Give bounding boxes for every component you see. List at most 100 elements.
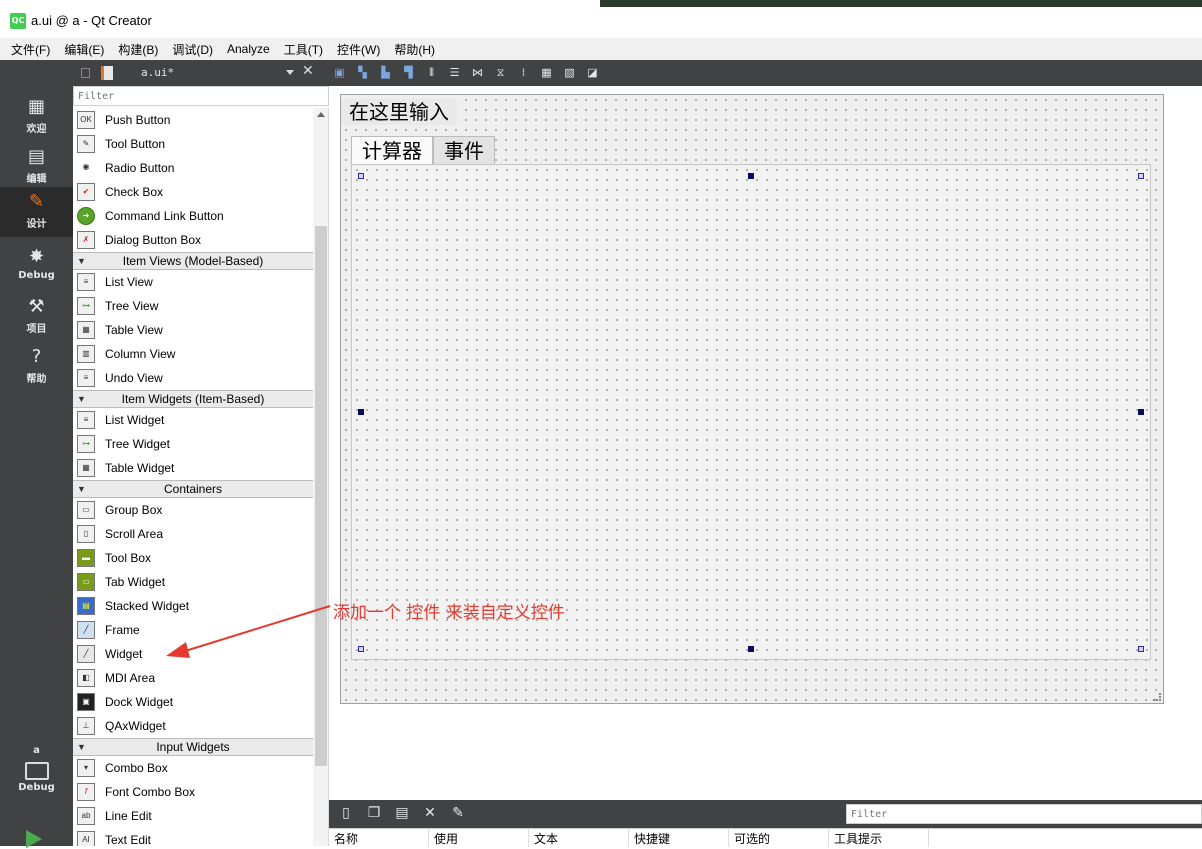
widget-dialog-button-box[interactable]: ✗ Dialog Button Box [73, 228, 313, 252]
mode-welcome[interactable]: ▦ 欢迎 [0, 92, 73, 142]
menu-bar: 文件(F) 编辑(E) 构建(B) 调试(D) Analyze 工具(T) 控件… [0, 38, 1202, 60]
category-containers[interactable]: ▼ Containers [73, 480, 313, 498]
widget-combo-box[interactable]: ▾ Combo Box [73, 756, 313, 780]
edit-tab-order-icon[interactable]: ▜ [399, 64, 418, 81]
mode-label: Debug [18, 270, 55, 281]
selection-handle[interactable] [358, 409, 364, 415]
widget-scroll-area[interactable]: ▯ Scroll Area [73, 522, 313, 546]
mode-label: 设计 [26, 219, 47, 230]
chevron-down-icon[interactable] [286, 70, 294, 75]
mode-help[interactable]: ? 帮助 [0, 342, 73, 392]
column-header-used[interactable]: 使用 [429, 829, 529, 847]
widget-tree-widget[interactable]: ⊶ Tree Widget [73, 432, 313, 456]
widget-table-view[interactable]: ▦ Table View [73, 318, 313, 342]
widget-push-button[interactable]: OK Push Button [73, 108, 313, 132]
widget-command-link-button[interactable]: ➜ Command Link Button [73, 204, 313, 228]
kit-selector[interactable]: a Debug [0, 745, 73, 815]
action-filter-box[interactable] [846, 804, 1202, 824]
menu-tools[interactable]: 工具(T) [277, 41, 330, 58]
selection-handle[interactable] [748, 646, 754, 652]
splitter-horizontal-icon[interactable]: ⋈ [468, 64, 487, 81]
column-header-text[interactable]: 文本 [529, 829, 629, 847]
mode-label: 帮助 [26, 374, 47, 385]
widget-tool-button[interactable]: ✎ Tool Button [73, 132, 313, 156]
column-header-shortcut[interactable]: 快捷键 [629, 829, 729, 847]
delete-action-icon[interactable]: ✕ [421, 804, 439, 822]
tab-calculator[interactable]: 计算器 [351, 136, 433, 164]
edit-buddies-icon[interactable]: ▙ [376, 64, 395, 81]
menu-edit[interactable]: 编辑(E) [57, 41, 111, 58]
widget-dock-widget[interactable]: ▣ Dock Widget [73, 690, 313, 714]
layout-vertical-icon[interactable]: ☰ [445, 64, 464, 81]
tab-widget-pane[interactable] [351, 164, 1151, 660]
widget-tree-view[interactable]: ⊶ Tree View [73, 294, 313, 318]
widget-check-box[interactable]: ✔ Check Box [73, 180, 313, 204]
font-combo-box-icon: f [77, 783, 95, 801]
menu-file[interactable]: 文件(F) [4, 41, 57, 58]
scroll-up-arrow-icon[interactable] [317, 112, 325, 117]
menu-debug[interactable]: 调试(D) [165, 41, 220, 58]
widget-filter-input[interactable] [74, 87, 328, 105]
category-item-widgets[interactable]: ▼ Item Widgets (Item-Based) [73, 390, 313, 408]
menu-analyze[interactable]: Analyze [220, 42, 277, 56]
widget-line-edit[interactable]: ab Line Edit [73, 804, 313, 828]
selection-handle[interactable] [358, 646, 364, 652]
break-layout-icon[interactable]: ▧ [560, 64, 579, 81]
run-icon[interactable] [26, 830, 42, 848]
selection-handle[interactable] [1138, 646, 1144, 652]
splitter-vertical-icon[interactable]: ⧖ [491, 64, 510, 81]
resize-grip-icon[interactable] [1153, 693, 1161, 701]
copy-action-icon[interactable]: ❐ [365, 804, 383, 822]
tree-view-icon: ⊶ [77, 297, 95, 315]
widget-tab-widget[interactable]: ▭ Tab Widget [73, 570, 313, 594]
layout-horizontal-icon[interactable]: ⦀ [422, 64, 441, 81]
column-header-tooltip[interactable]: 工具提示 [829, 829, 929, 847]
column-header-checkable[interactable]: 可选的 [729, 829, 829, 847]
mode-design[interactable]: ✎ 设计 [0, 187, 73, 237]
table-view-icon: ▦ [77, 321, 95, 339]
layout-form-icon[interactable]: ⁞ [514, 64, 533, 81]
menu-build[interactable]: 构建(B) [111, 41, 165, 58]
widget-text-edit[interactable]: AI Text Edit [73, 828, 313, 846]
adjust-size-icon[interactable]: ◪ [583, 64, 602, 81]
configure-icon[interactable]: ✎ [449, 804, 467, 822]
widget-list-view[interactable]: ≡ List View [73, 270, 313, 294]
selection-handle[interactable] [748, 173, 754, 179]
widget-radio-button[interactable]: ◉ Radio Button [73, 156, 313, 180]
widget-filter-box[interactable] [73, 86, 329, 106]
selection-handle[interactable] [1138, 409, 1144, 415]
pencil-icon: ✎ [28, 191, 45, 212]
widget-mdi-area[interactable]: ◧ MDI Area [73, 666, 313, 690]
widget-group-box[interactable]: ▭ Group Box [73, 498, 313, 522]
widget-box-scrollbar[interactable] [313, 108, 328, 846]
mode-edit[interactable]: ▤ 编辑 [0, 142, 73, 192]
widget-qaxwidget[interactable]: ⊥ QAxWidget [73, 714, 313, 738]
paste-action-icon[interactable]: ▤ [393, 804, 411, 822]
selection-handle[interactable] [358, 173, 364, 179]
widget-font-combo-box[interactable]: f Font Combo Box [73, 780, 313, 804]
close-icon[interactable]: ✕ [302, 63, 314, 79]
tab-events[interactable]: 事件 [433, 136, 495, 164]
new-action-icon[interactable]: ▯ [337, 804, 355, 822]
widget-list-widget[interactable]: ≡ List Widget [73, 408, 313, 432]
form-label[interactable]: 在这里输入 [341, 99, 457, 125]
menu-widgets[interactable]: 控件(W) [330, 41, 387, 58]
lock-icon[interactable] [81, 68, 90, 78]
scrollbar-thumb[interactable] [315, 226, 327, 766]
widget-column-view[interactable]: ▥ Column View [73, 342, 313, 366]
menu-help[interactable]: 帮助(H) [387, 41, 442, 58]
widget-tool-box[interactable]: ▬ Tool Box [73, 546, 313, 570]
edit-signals-slots-icon[interactable]: ▚ [353, 64, 372, 81]
mode-debug[interactable]: ✸ Debug [0, 242, 73, 292]
title-bar: QC a.ui @ a - Qt Creator [0, 0, 1202, 38]
category-item-views[interactable]: ▼ Item Views (Model-Based) [73, 252, 313, 270]
category-input-widgets[interactable]: ▼ Input Widgets [73, 738, 313, 756]
action-filter-input[interactable] [847, 805, 1201, 823]
mode-projects[interactable]: ⚒ 项目 [0, 292, 73, 342]
widget-undo-view[interactable]: ≡ Undo View [73, 366, 313, 390]
widget-table-widget[interactable]: ▦ Table Widget [73, 456, 313, 480]
edit-widgets-icon[interactable]: ▣ [330, 64, 349, 81]
column-header-name[interactable]: 名称 [329, 829, 429, 847]
layout-grid-icon[interactable]: ▦ [537, 64, 556, 81]
selection-handle[interactable] [1138, 173, 1144, 179]
